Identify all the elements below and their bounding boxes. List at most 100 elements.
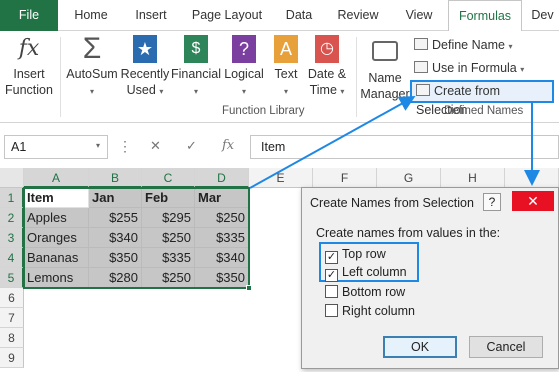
row-header[interactable]: 9 bbox=[0, 348, 24, 368]
left-column-label: Left column bbox=[342, 265, 407, 279]
group-label-function-library: Function Library bbox=[222, 105, 305, 117]
sigma-icon: Σ bbox=[82, 32, 102, 65]
tab-page-layout[interactable]: Page Layout bbox=[182, 0, 272, 31]
tab-view[interactable]: View bbox=[394, 0, 444, 31]
tab-home[interactable]: Home bbox=[62, 0, 120, 31]
chevron-down-icon: ▾ bbox=[241, 87, 246, 96]
column-header[interactable]: I bbox=[505, 168, 559, 188]
row-header[interactable]: 7 bbox=[0, 308, 24, 328]
formula-tag-icon bbox=[414, 61, 428, 73]
date-time-label-1: Date & bbox=[307, 67, 347, 81]
column-header[interactable]: A bbox=[24, 168, 89, 188]
tab-insert[interactable]: Insert bbox=[124, 0, 178, 31]
column-header[interactable]: H bbox=[441, 168, 505, 188]
help-button[interactable]: ? bbox=[483, 193, 501, 211]
recently-used-label-1: Recently bbox=[120, 67, 170, 81]
cancel-button[interactable]: Cancel bbox=[469, 336, 543, 358]
fill-handle[interactable] bbox=[246, 285, 252, 291]
column-header[interactable]: C bbox=[142, 168, 195, 188]
insert-function-button[interactable]: fx Insert Function bbox=[2, 35, 56, 98]
text-button[interactable]: A Text ▾ bbox=[268, 35, 304, 100]
define-name-button[interactable]: Define Name ▾ bbox=[414, 36, 512, 55]
right-column-checkbox[interactable]: Right column bbox=[325, 302, 415, 320]
logical-button[interactable]: ? Logical ▾ bbox=[222, 35, 266, 100]
row-header[interactable]: 6 bbox=[0, 288, 24, 308]
create-names-dialog: Create Names from Selection ? ✕ Create n… bbox=[301, 187, 559, 369]
recently-used-button[interactable]: ★ Recently Used ▾ bbox=[120, 35, 170, 100]
column-header[interactable]: B bbox=[89, 168, 142, 188]
text-label: Text bbox=[274, 67, 298, 81]
text-book-icon: A bbox=[274, 35, 298, 63]
coins-icon: $ bbox=[184, 35, 208, 63]
row-header[interactable]: 1 bbox=[0, 188, 24, 208]
checkbox-checked-icon: ✓ bbox=[325, 269, 338, 282]
define-name-label: Define Name bbox=[432, 38, 505, 52]
fx-icon[interactable]: fx bbox=[222, 138, 234, 153]
tab-developer[interactable]: Dev bbox=[526, 0, 559, 31]
chevron-down-icon: ▾ bbox=[340, 87, 345, 96]
close-button[interactable]: ✕ bbox=[512, 191, 554, 211]
name-manager-label-1: Name bbox=[368, 71, 402, 85]
insert-function-label-1: Insert bbox=[13, 67, 45, 81]
insert-function-label-2: Function bbox=[5, 83, 53, 97]
more-icon: ⋮ bbox=[118, 138, 132, 154]
chevron-down-icon: ▾ bbox=[520, 65, 525, 74]
tab-data[interactable]: Data bbox=[276, 0, 322, 31]
column-header[interactable]: E bbox=[249, 168, 313, 188]
tag-icon bbox=[414, 38, 428, 50]
left-column-checkbox[interactable]: ✓ Left column bbox=[325, 263, 407, 282]
checkbox-unchecked-icon bbox=[325, 304, 338, 317]
enter-check-icon[interactable]: ✓ bbox=[186, 138, 197, 154]
dialog-prompt: Create names from values in the: bbox=[316, 226, 501, 240]
row-header[interactable]: 8 bbox=[0, 328, 24, 348]
top-row-label: Top row bbox=[342, 247, 386, 261]
checkbox-unchecked-icon bbox=[325, 285, 338, 298]
tab-review[interactable]: Review bbox=[326, 0, 390, 31]
create-from-selection-button[interactable]: Create from Selection bbox=[410, 80, 554, 117]
column-header[interactable]: G bbox=[377, 168, 441, 188]
use-in-formula-button[interactable]: Use in Formula ▾ bbox=[414, 59, 524, 78]
name-box[interactable]: A1 bbox=[4, 135, 108, 159]
name-box-dropdown-icon[interactable]: ▾ bbox=[96, 141, 100, 150]
column-header[interactable]: F bbox=[313, 168, 377, 188]
autosum-button[interactable]: Σ AutoSum ▾ bbox=[64, 32, 120, 100]
group-label-defined-names: Defined Names bbox=[444, 105, 524, 117]
logical-label: Logical bbox=[224, 67, 264, 81]
chevron-down-icon: ▾ bbox=[193, 87, 198, 96]
formula-input[interactable]: Item bbox=[250, 135, 559, 159]
bottom-row-label: Bottom row bbox=[342, 285, 406, 299]
question-book-icon: ? bbox=[232, 35, 256, 63]
chevron-down-icon: ▾ bbox=[159, 87, 164, 96]
select-all-corner[interactable] bbox=[0, 168, 24, 188]
row-header[interactable]: 2 bbox=[0, 208, 24, 228]
date-time-button[interactable]: ◷ Date & Time ▾ bbox=[304, 35, 350, 100]
top-row-checkbox[interactable]: ✓ Top row bbox=[325, 245, 386, 264]
row-header[interactable]: 4 bbox=[0, 248, 24, 268]
ok-button[interactable]: OK bbox=[383, 336, 457, 358]
financial-button[interactable]: $ Financial ▾ bbox=[170, 35, 222, 100]
use-in-formula-label: Use in Formula bbox=[432, 61, 517, 75]
autosum-dropdown-icon: ▾ bbox=[89, 87, 94, 96]
tab-formulas[interactable]: Formulas bbox=[448, 0, 522, 32]
autosum-label: AutoSum bbox=[66, 67, 118, 81]
row-header[interactable]: 5 bbox=[0, 268, 24, 288]
chevron-down-icon: ▾ bbox=[283, 87, 288, 96]
date-time-label-2: Time bbox=[309, 83, 337, 97]
tags-icon bbox=[372, 41, 398, 61]
star-book-icon: ★ bbox=[133, 35, 157, 63]
ribbon-tabs: File Home Insert Page Layout Data Review… bbox=[0, 0, 559, 32]
table-select-icon bbox=[416, 84, 430, 96]
financial-label: Financial bbox=[170, 67, 222, 81]
name-manager-button[interactable]: Name Manager bbox=[360, 35, 410, 102]
right-column-label: Right column bbox=[342, 304, 415, 318]
clock-book-icon: ◷ bbox=[315, 35, 339, 63]
formula-bar: A1 ▾ ⋮ ✕ ✓ fx Item bbox=[0, 133, 559, 161]
row-header[interactable]: 3 bbox=[0, 228, 24, 248]
ribbon-separator bbox=[356, 37, 357, 117]
selection-border bbox=[23, 187, 250, 289]
bottom-row-checkbox[interactable]: Bottom row bbox=[325, 283, 405, 301]
name-manager-label-2: Manager bbox=[360, 87, 410, 101]
tab-file[interactable]: File bbox=[0, 0, 58, 31]
column-header[interactable]: D bbox=[195, 168, 249, 188]
cancel-x-icon[interactable]: ✕ bbox=[150, 138, 161, 154]
